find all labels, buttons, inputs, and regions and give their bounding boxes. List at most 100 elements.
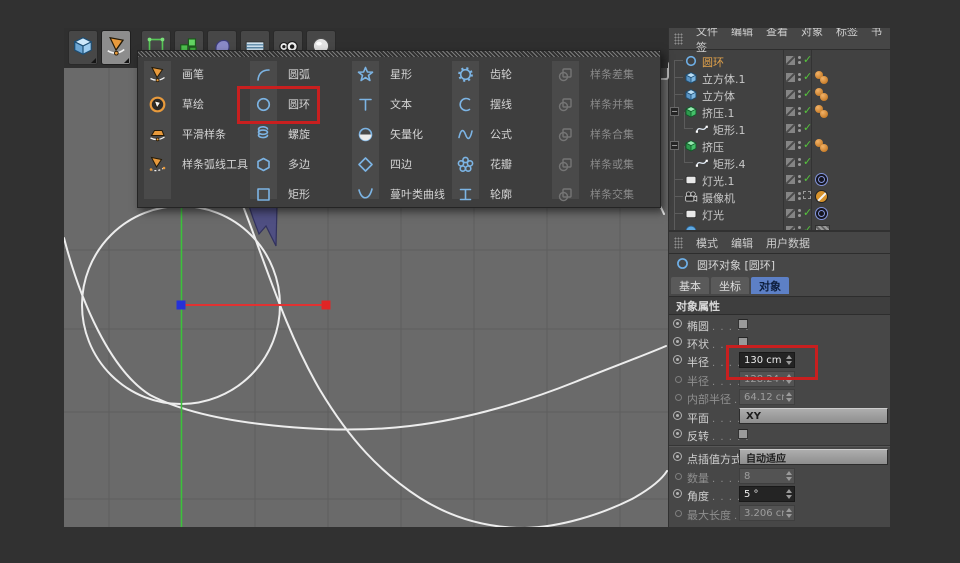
light-tag-icon[interactable] — [815, 207, 828, 220]
menu-item-arc[interactable]: 圆弧 — [247, 59, 310, 89]
object-name[interactable]: 矩形.4 — [713, 156, 746, 172]
enabled-check-icon[interactable]: ✓ — [803, 70, 812, 83]
path-spline-steep[interactable] — [243, 206, 667, 527]
menu-item-circle[interactable]: 圆环 — [247, 89, 310, 119]
object-name[interactable]: 挤压.1 — [702, 105, 735, 121]
visibility-dots-icon[interactable] — [798, 124, 801, 134]
menu-item-foursided[interactable]: 四边 — [349, 149, 445, 179]
key-toggle-icon[interactable] — [675, 473, 682, 480]
object-name[interactable]: 立方体.1 — [702, 71, 746, 87]
enabled-check-icon[interactable]: ✓ — [803, 223, 812, 230]
object-row-extrude-1[interactable]: −挤压.1✓ — [669, 103, 890, 120]
visibility-dots-icon[interactable] — [798, 226, 801, 230]
om-view-menu[interactable]: 查看 — [766, 28, 788, 38]
material-tag-icon[interactable] — [815, 88, 829, 102]
enabled-check-icon[interactable]: ✓ — [803, 87, 812, 100]
am-edit-menu[interactable]: 编辑 — [731, 237, 753, 250]
panel-grip-icon[interactable] — [674, 33, 683, 45]
tab-object[interactable]: 对象 — [751, 277, 789, 294]
om-objects-menu[interactable]: 对象 — [801, 28, 823, 38]
checkbox[interactable] — [738, 337, 748, 347]
max-length-field[interactable]: 3.206 cm — [739, 505, 795, 521]
menu-item-draw-pen[interactable]: 画笔 — [141, 59, 248, 89]
visibility-dots-icon[interactable] — [798, 175, 801, 185]
om-tags-menu[interactable]: 标签 — [836, 28, 858, 38]
material-tag-icon[interactable] — [815, 105, 829, 119]
menu-item-rectangle[interactable]: 矩形 — [247, 179, 310, 209]
object-name[interactable]: 挤压 — [702, 139, 724, 155]
enabled-check-icon[interactable]: ✓ — [803, 138, 812, 151]
object-name[interactable]: 灯光.1 — [702, 173, 735, 189]
menu-item-flower[interactable]: 花瓣 — [449, 149, 512, 179]
key-toggle-icon[interactable] — [673, 411, 682, 420]
pen-tool-button[interactable] — [101, 30, 131, 65]
om-edit-menu[interactable]: 编辑 — [731, 28, 753, 38]
menu-item-cogwheel[interactable]: 齿轮 — [449, 59, 512, 89]
radius-field[interactable]: 130 cm — [739, 352, 795, 368]
expander-icon[interactable]: − — [670, 107, 679, 116]
visibility-dots-icon[interactable] — [798, 141, 801, 151]
menu-item-star[interactable]: 星形 — [349, 59, 445, 89]
menu-tearoff-strip[interactable] — [138, 51, 660, 57]
key-toggle-icon[interactable] — [673, 452, 682, 461]
angle-field[interactable]: 5 ° — [739, 486, 795, 502]
layer-color-box[interactable] — [786, 107, 795, 116]
object-name[interactable]: 摄像机 — [702, 190, 735, 206]
checkbox[interactable] — [738, 319, 748, 329]
menu-item-text[interactable]: 文本 — [349, 89, 445, 119]
menu-item-helix[interactable]: 螺旋 — [247, 119, 310, 149]
key-toggle-icon[interactable] — [673, 429, 682, 438]
key-toggle-icon[interactable] — [675, 376, 682, 383]
stepper-arrows-icon[interactable] — [784, 489, 794, 499]
origin-handle[interactable] — [177, 301, 186, 310]
object-row-extrude[interactable]: − 挤压 ✓ — [669, 137, 890, 154]
stepper-arrows-icon[interactable] — [784, 508, 794, 518]
inner-radius-field[interactable]: 64.12 cm — [739, 389, 795, 405]
tab-coord[interactable]: 坐标 — [711, 277, 749, 294]
visibility-dots-icon[interactable] — [798, 158, 801, 168]
material-tag-icon[interactable] — [815, 139, 829, 153]
menu-item-cycloid[interactable]: 摆线 — [449, 89, 512, 119]
stepper-arrows-icon[interactable] — [784, 355, 794, 365]
disabled-state-icon[interactable] — [803, 191, 811, 199]
extrude-object-fragment[interactable] — [249, 206, 277, 246]
object-name[interactable]: 灯光 — [702, 207, 724, 223]
am-user-data-menu[interactable]: 用户数据 — [766, 237, 810, 250]
plane-dropdown[interactable]: XY — [739, 408, 888, 424]
enabled-check-icon[interactable]: ✓ — [803, 155, 812, 168]
menu-item-sketch[interactable]: 草绘 — [141, 89, 248, 119]
menu-item-ngon[interactable]: 多边 — [247, 149, 310, 179]
intermediate-points-dropdown[interactable]: 自动适应 — [739, 449, 888, 465]
key-toggle-icon[interactable] — [673, 355, 682, 364]
object-row-cube[interactable]: 立方体✓ — [669, 86, 890, 103]
layer-color-box[interactable] — [786, 124, 795, 133]
visibility-dots-icon[interactable] — [798, 56, 801, 66]
stepper-arrows-icon[interactable] — [784, 374, 794, 384]
object-row-light[interactable]: 灯光 ✓ — [669, 205, 890, 222]
layer-color-box[interactable] — [786, 56, 795, 65]
om-file-menu[interactable]: 文件 — [696, 28, 718, 38]
layer-color-box[interactable] — [786, 226, 795, 230]
menu-item-cissoid[interactable]: 蔓叶类曲线 — [349, 179, 445, 209]
camera-tag-icon[interactable] — [815, 190, 828, 203]
expander-icon[interactable]: − — [670, 141, 679, 150]
key-toggle-icon[interactable] — [675, 394, 682, 401]
number-field[interactable]: 8 — [739, 468, 795, 484]
layer-color-box[interactable] — [786, 158, 795, 167]
key-toggle-icon[interactable] — [675, 510, 682, 517]
visibility-dots-icon[interactable] — [798, 107, 801, 117]
radius-b-field[interactable]: 128.24 cm — [739, 371, 795, 387]
visibility-dots-icon[interactable] — [798, 209, 801, 219]
object-row-rect-1[interactable]: 矩形.1✓ — [669, 120, 890, 137]
layer-color-box[interactable] — [786, 209, 795, 218]
object-row-light-1[interactable]: 灯光.1✓ — [669, 171, 890, 188]
enabled-check-icon[interactable]: ✓ — [803, 206, 812, 219]
panel-grip-icon[interactable] — [674, 237, 683, 249]
menu-item-smooth-spline[interactable]: 平滑样条 — [141, 119, 248, 149]
am-mode-menu[interactable]: 模式 — [696, 237, 718, 250]
object-row-ring[interactable]: 圆环✓ — [669, 52, 890, 69]
stepper-arrows-icon[interactable] — [784, 471, 794, 481]
x-axis-handle[interactable] — [322, 301, 331, 310]
object-name[interactable]: 矩形.1 — [713, 122, 746, 138]
cube-tool-button[interactable] — [68, 30, 98, 65]
